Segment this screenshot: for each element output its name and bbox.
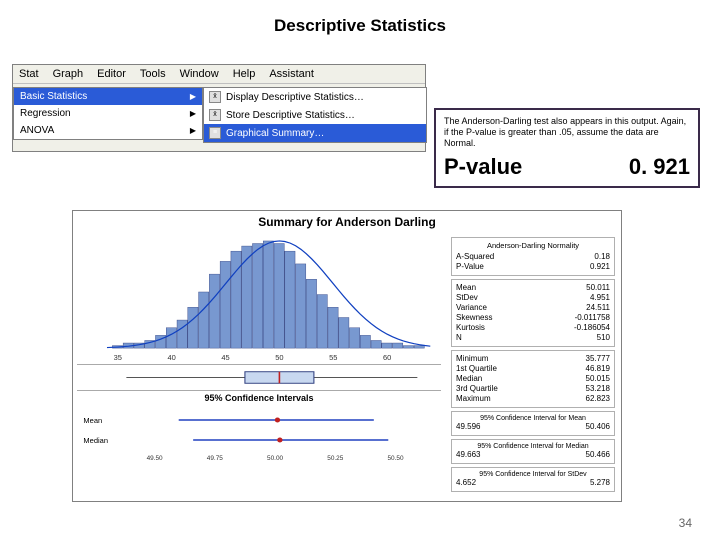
submenu-label: Basic Statistics	[20, 91, 87, 102]
summary-title: Summary for Anderson Darling	[73, 211, 621, 233]
descriptive-block: Mean50.011StDev4.951Variance24.511Skewne…	[451, 279, 615, 347]
submenu-regression[interactable]: Regression ▶	[14, 105, 202, 122]
ci-chart: Mean Median 49.50 49.75 50.00 50.25 50.50	[77, 405, 441, 465]
callout-pvalue-value: 0. 921	[629, 154, 690, 180]
stat-submenu: Basic Statistics ▶ Regression ▶ ANOVA ▶	[13, 87, 203, 140]
menu-editor[interactable]: Editor	[97, 68, 126, 80]
menu-graph[interactable]: Graph	[53, 68, 84, 80]
summary-stats-column: Anderson-Darling Normality A-Squared 0.18…	[445, 233, 621, 491]
chevron-right-icon: ▶	[190, 126, 196, 135]
histogram-chart: 35 40 45 50 55 60	[77, 235, 441, 365]
svg-text:60: 60	[383, 353, 391, 362]
menu-bar: Stat Graph Editor Tools Window Help Assi…	[13, 65, 425, 84]
submenu-basic-statistics[interactable]: Basic Statistics ▶	[14, 88, 202, 105]
svg-text:50.25: 50.25	[327, 455, 344, 462]
submenu-anova[interactable]: ANOVA ▶	[14, 122, 202, 139]
submenu-label: Graphical Summary…	[226, 128, 324, 139]
submenu-graphical-summary[interactable]: ≡ Graphical Summary…	[204, 124, 426, 142]
menu-help[interactable]: Help	[233, 68, 256, 80]
submenu-display-descriptive[interactable]: x̄ Display Descriptive Statistics…	[204, 88, 426, 106]
summary-left-column: 35 40 45 50 55 60 95% Confidence Intervals Me…	[73, 233, 445, 491]
submenu-label: Store Descriptive Statistics…	[226, 110, 355, 121]
menu-tools[interactable]: Tools	[140, 68, 166, 80]
stat-val: 0.921	[590, 262, 610, 272]
submenu-store-descriptive[interactable]: x̄ Store Descriptive Statistics…	[204, 106, 426, 124]
stat-val: 0.18	[594, 252, 610, 262]
callout-text: The Anderson-Darling test also appears i…	[444, 116, 690, 148]
chevron-right-icon: ▶	[190, 109, 196, 118]
quartile-block: Minimum35.7771st Quartile46.819Median50.…	[451, 350, 615, 408]
stat-key: A-Squared	[456, 252, 494, 262]
ad-block-header: Anderson-Darling Normality	[456, 241, 610, 250]
svg-text:35: 35	[114, 353, 122, 362]
store-icon: x̄	[209, 109, 221, 121]
svg-text:49.50: 49.50	[147, 455, 164, 462]
svg-text:50.50: 50.50	[387, 455, 404, 462]
svg-text:50.00: 50.00	[267, 455, 284, 462]
menu-window[interactable]: Window	[180, 68, 219, 80]
menu-window: Stat Graph Editor Tools Window Help Assi…	[12, 64, 426, 152]
graph-icon: ≡	[209, 127, 221, 139]
callout-pvalue-label: P-value	[444, 154, 522, 180]
submenu-label: Display Descriptive Statistics…	[226, 92, 364, 103]
boxplot-chart	[77, 365, 441, 391]
annotation-callout: The Anderson-Darling test also appears i…	[434, 108, 700, 188]
chevron-right-icon: ▶	[190, 92, 196, 101]
submenu-label: Regression	[20, 108, 71, 119]
slide-title: Descriptive Statistics	[0, 0, 720, 36]
submenu-label: ANOVA	[20, 125, 54, 136]
ci-intervals-title: 95% Confidence Intervals	[77, 391, 441, 405]
svg-text:40: 40	[167, 353, 175, 362]
svg-text:Median: Median	[83, 436, 108, 445]
stat-key: P-Value	[456, 262, 484, 272]
svg-text:49.75: 49.75	[207, 455, 224, 462]
page-number: 34	[679, 516, 692, 530]
stats-icon: x̄	[209, 91, 221, 103]
svg-text:45: 45	[221, 353, 229, 362]
svg-text:55: 55	[329, 353, 337, 362]
menu-stat[interactable]: Stat	[19, 68, 39, 80]
ad-test-block: Anderson-Darling Normality A-Squared 0.18…	[451, 237, 615, 276]
basic-statistics-submenu: x̄ Display Descriptive Statistics… x̄ St…	[203, 87, 427, 143]
svg-text:Mean: Mean	[83, 416, 102, 425]
graphical-summary-output: Summary for Anderson Darling 35 40 45 50 55 6…	[72, 210, 622, 502]
svg-text:50: 50	[275, 353, 283, 362]
menu-assistant[interactable]: Assistant	[269, 68, 314, 80]
